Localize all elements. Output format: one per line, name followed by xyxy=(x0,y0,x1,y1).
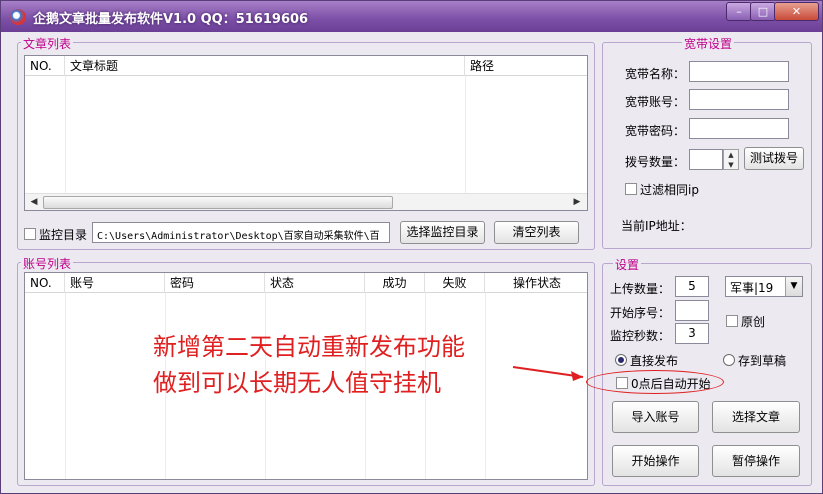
annotation-highlight-ellipse xyxy=(586,370,724,394)
broadband-password-label: 宽带密码： xyxy=(625,124,686,138)
monitor-dir-checkbox[interactable] xyxy=(24,228,36,240)
original-label: 原创 xyxy=(741,315,766,329)
annotation-line-1: 新增第二天自动重新发布功能 xyxy=(153,333,465,361)
annotation-line-2: 做到可以长期无人值守挂机 xyxy=(153,369,441,397)
filter-ip-checkbox[interactable] xyxy=(625,183,637,195)
article-list-label: 文章列表 xyxy=(21,35,74,52)
monitor-path-input[interactable]: C:\Users\Administrator\Desktop\百家自动采集软件\… xyxy=(92,222,390,243)
scroll-left-icon[interactable]: ◀ xyxy=(27,196,41,209)
broadband-password-input[interactable] xyxy=(689,118,789,139)
broadband-name-label: 宽带名称： xyxy=(625,67,686,81)
account-col-no[interactable]: NO. xyxy=(25,273,65,293)
account-list-label: 账号列表 xyxy=(21,255,74,272)
article-col-title[interactable]: 文章标题 xyxy=(65,56,465,76)
account-grid-line xyxy=(65,293,66,479)
select-articles-button[interactable]: 选择文章 xyxy=(712,401,800,433)
article-col-no[interactable]: NO. xyxy=(25,56,65,76)
spin-up-icon[interactable]: ▲ xyxy=(724,150,738,160)
maximize-button[interactable]: □ xyxy=(750,2,776,21)
broadband-settings-label: 宽带设置 xyxy=(682,35,735,52)
dial-count-label: 拨号数量： xyxy=(625,155,686,169)
monitor-seconds-input[interactable]: 3 xyxy=(675,323,709,344)
save-draft-label: 存到草稿 xyxy=(738,354,787,368)
article-hscrollbar[interactable]: ◀ ▶ xyxy=(25,193,587,210)
scroll-right-icon[interactable]: ▶ xyxy=(570,196,584,209)
article-col-path[interactable]: 路径 xyxy=(465,56,587,76)
account-grid-line xyxy=(485,293,486,479)
dial-count-stepper[interactable]: ▲ ▼ xyxy=(723,149,739,170)
pause-operation-button[interactable]: 暂停操作 xyxy=(712,445,800,477)
window-title: 企鹅文章批量发布软件V1.0 QQ：51619606 xyxy=(33,12,309,27)
broadband-name-input[interactable] xyxy=(689,61,789,82)
app-logo-icon xyxy=(10,9,26,25)
article-grid-line xyxy=(65,76,66,210)
publish-direct-radio[interactable] xyxy=(615,354,627,366)
title-bar[interactable]: 企鹅文章批量发布软件V1.0 QQ：51619606 – □ ✕ xyxy=(1,1,822,32)
settings-label: 设置 xyxy=(613,256,642,273)
broadband-account-label: 宽带账号： xyxy=(625,95,686,109)
monitor-dir-label: 监控目录 xyxy=(39,228,88,242)
broadband-account-input[interactable] xyxy=(689,89,789,110)
upload-count-input[interactable]: 5 xyxy=(675,276,709,297)
start-index-label: 开始序号： xyxy=(610,306,671,320)
account-col-fail[interactable]: 失败 xyxy=(425,273,485,293)
import-accounts-button[interactable]: 导入账号 xyxy=(612,401,699,433)
account-col-status[interactable]: 状态 xyxy=(265,273,365,293)
save-draft-radio[interactable] xyxy=(723,354,735,366)
current-ip-label: 当前IP地址： xyxy=(621,219,692,233)
article-grid-line xyxy=(465,76,466,210)
category-select[interactable]: 军事|19 ▼ xyxy=(725,276,803,297)
app-window: 企鹅文章批量发布软件V1.0 QQ：51619606 – □ ✕ 文章列表 NO… xyxy=(0,0,823,494)
publish-direct-label: 直接发布 xyxy=(630,354,679,368)
account-col-success[interactable]: 成功 xyxy=(365,273,425,293)
filter-ip-label: 过滤相同ip xyxy=(640,183,699,197)
original-checkbox[interactable] xyxy=(726,315,738,327)
account-col-account[interactable]: 账号 xyxy=(65,273,165,293)
category-select-value: 军事|19 xyxy=(730,281,774,295)
article-list[interactable]: NO. 文章标题 路径 ◀ ▶ xyxy=(24,55,588,211)
upload-count-label: 上传数量： xyxy=(610,282,671,296)
chevron-down-icon[interactable]: ▼ xyxy=(785,277,802,296)
test-dial-button[interactable]: 测试拨号 xyxy=(744,147,804,170)
account-col-op-status[interactable]: 操作状态 xyxy=(485,273,587,293)
minimize-button[interactable]: – xyxy=(726,2,752,21)
clear-list-button[interactable]: 清空列表 xyxy=(494,221,579,244)
select-monitor-dir-button[interactable]: 选择监控目录 xyxy=(400,221,485,244)
account-col-password[interactable]: 密码 xyxy=(165,273,265,293)
start-operation-button[interactable]: 开始操作 xyxy=(612,445,699,477)
close-button[interactable]: ✕ xyxy=(774,2,819,21)
annotation-arrow-icon xyxy=(512,366,584,381)
start-index-input[interactable] xyxy=(675,300,709,321)
account-list-header: NO. 账号 密码 状态 成功 失败 操作状态 xyxy=(25,273,587,293)
article-hscroll-thumb[interactable] xyxy=(43,196,393,209)
dial-count-input[interactable] xyxy=(689,149,723,170)
spin-down-icon[interactable]: ▼ xyxy=(724,160,738,170)
article-list-header: NO. 文章标题 路径 xyxy=(25,56,587,76)
monitor-seconds-label: 监控秒数： xyxy=(610,329,671,343)
